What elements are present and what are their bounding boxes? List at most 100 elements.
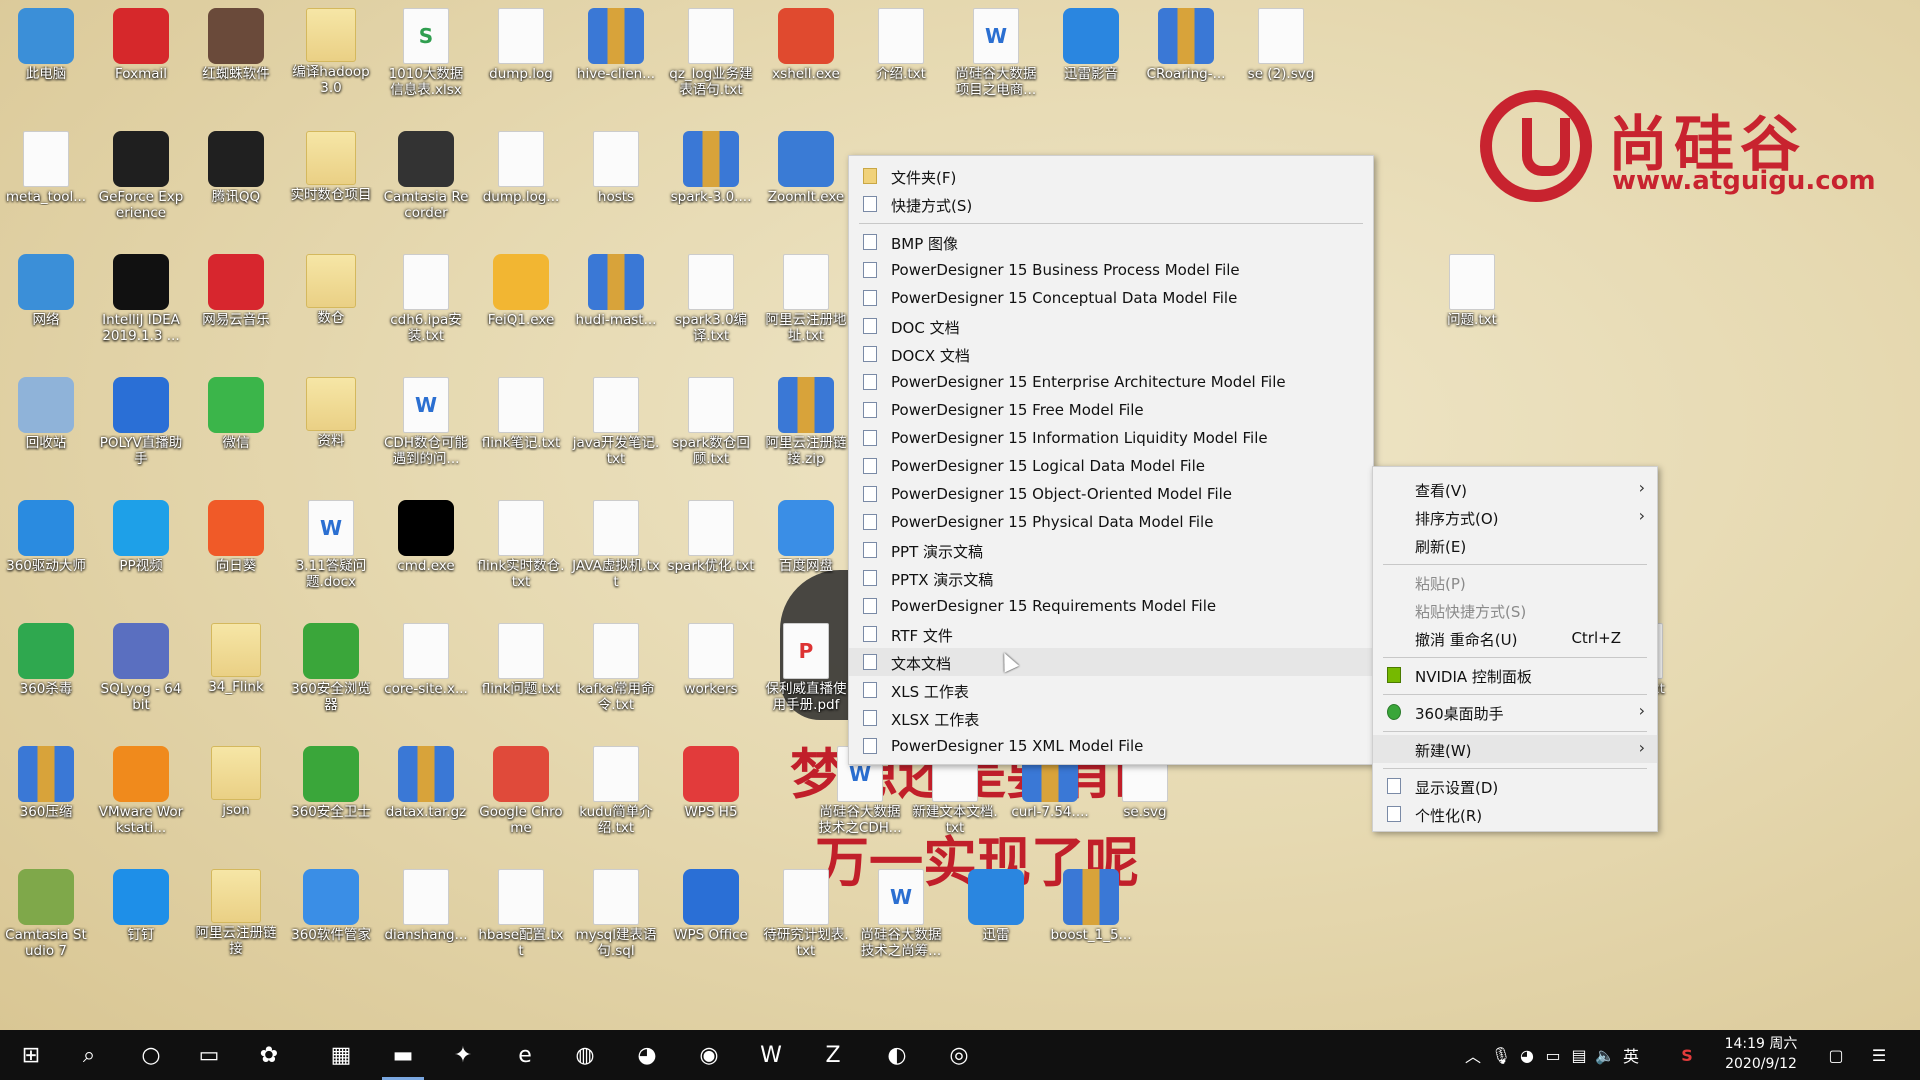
menu-item[interactable]: PowerDesigner 15 Physical Data Model Fil… — [849, 508, 1373, 536]
menu-item[interactable]: 排序方式(O) › — [1373, 503, 1657, 531]
menu-item[interactable]: PPT 演示文稿 — [849, 536, 1373, 564]
sogou-ime-icon[interactable]: S — [1676, 1030, 1698, 1080]
desktop-icon[interactable]: Camtasia Studio 7 — [0, 863, 92, 979]
menu-item[interactable]: PowerDesigner 15 Business Process Model … — [849, 256, 1373, 284]
desktop-icon[interactable]: kafka常用命令.txt — [570, 617, 662, 733]
desktop-icon[interactable]: qz_log业务建表语句.txt — [665, 2, 757, 118]
volume-icon[interactable]: 🔈 — [1594, 1030, 1616, 1080]
file-explorer-icon[interactable]: ▬ — [378, 1030, 428, 1080]
desktop-icon[interactable]: 腾讯QQ — [190, 125, 282, 241]
tray-overflow-chevron-icon[interactable]: ︿ — [1462, 1030, 1484, 1080]
desktop-icon[interactable]: cdh6.ipa安装.txt — [380, 248, 472, 364]
desktop-icon[interactable]: datax.tar.gz — [380, 740, 472, 856]
menu-item[interactable]: 360桌面助手 › — [1373, 698, 1657, 726]
desktop-icon[interactable]: core-site.x... — [380, 617, 472, 733]
desktop-icon[interactable]: cmd.exe — [380, 494, 472, 610]
desktop-icon[interactable]: S 1010大数据信息表.xlsx — [380, 2, 472, 118]
desktop-icon[interactable]: dianshang... — [380, 863, 472, 979]
desktop-icon[interactable]: 网络 — [0, 248, 92, 364]
menu-item[interactable]: PowerDesigner 15 XML Model File — [849, 732, 1373, 760]
taskbar-app-1[interactable]: ✿ — [244, 1030, 294, 1080]
feiq-tray-icon[interactable]: ◕ — [1516, 1030, 1538, 1080]
desktop-icon[interactable]: 实时数仓项目 — [285, 125, 377, 241]
start-button[interactable]: ⊞ — [6, 1030, 56, 1080]
taskbar-app-3[interactable]: ◍ — [560, 1030, 610, 1080]
taskbar-app-2[interactable]: ✦ — [438, 1030, 488, 1080]
desktop-icon[interactable]: POLYV直播助手 — [95, 371, 187, 487]
battery-icon[interactable]: ▭ — [1542, 1030, 1564, 1080]
menu-item[interactable]: BMP 图像 — [849, 228, 1373, 256]
desktop-icon[interactable]: W 尚硅谷大数据技术之尚筹... — [855, 863, 947, 979]
obs-icon[interactable]: ◎ — [934, 1030, 984, 1080]
menu-item[interactable]: DOC 文档 — [849, 312, 1373, 340]
desktop-icon[interactable]: 资料 — [285, 371, 377, 487]
desktop-icon[interactable]: 编译hadoop3.0 — [285, 2, 377, 118]
desktop-icon[interactable]: W CDH数仓可能遇到的问... — [380, 371, 472, 487]
desktop-icon[interactable]: 此电脑 — [0, 2, 92, 118]
menu-item[interactable]: PowerDesigner 15 Requirements Model File — [849, 592, 1373, 620]
desktop-icon[interactable]: W 尚硅谷大数据项目之电商... — [950, 2, 1042, 118]
desktop-icon[interactable]: W 3.11答疑问题.docx — [285, 494, 377, 610]
desktop-icon[interactable]: hudi-mast... — [570, 248, 662, 364]
menu-item[interactable]: 文件夹(F) — [849, 162, 1373, 190]
desktop-icon[interactable]: boost_1_5... — [1045, 863, 1137, 979]
desktop-icon[interactable]: ZoomIt.exe — [760, 125, 852, 241]
desktop-icon[interactable]: hosts — [570, 125, 662, 241]
desktop-icon[interactable]: 钉钉 — [95, 863, 187, 979]
desktop-icon[interactable]: 迅雷 — [950, 863, 1042, 979]
desktop-icon[interactable]: VMware Workstati... — [95, 740, 187, 856]
search-icon[interactable]: ⌕ — [64, 1030, 114, 1080]
menu-item[interactable]: PowerDesigner 15 Free Model File — [849, 396, 1373, 424]
desktop-icon[interactable]: Camtasia Recorder — [380, 125, 472, 241]
desktop-icon[interactable]: Foxmail — [95, 2, 187, 118]
desktop-icon[interactable]: 360杀毒 — [0, 617, 92, 733]
menu-item[interactable]: NVIDIA 控制面板 — [1373, 661, 1657, 689]
desktop-icon[interactable]: 百度网盘 — [760, 494, 852, 610]
menu-item[interactable]: XLSX 工作表 — [849, 704, 1373, 732]
notes-icon[interactable]: ▢ — [1824, 1030, 1848, 1080]
desktop-icon[interactable]: WPS Office — [665, 863, 757, 979]
desktop-icon[interactable]: 数仓 — [285, 248, 377, 364]
desktop-icon[interactable]: flink问题.txt — [475, 617, 567, 733]
menu-item[interactable]: PowerDesigner 15 Logical Data Model File — [849, 452, 1373, 480]
desktop-icon[interactable]: 红蜘蛛软件 — [190, 2, 282, 118]
menu-item[interactable]: 刷新(E) — [1373, 531, 1657, 559]
menu-item[interactable]: XLS 工作表 — [849, 676, 1373, 704]
menu-item[interactable]: 查看(V) › — [1373, 475, 1657, 503]
desktop-icon[interactable]: 阿里云注册地址.txt — [760, 248, 852, 364]
desktop-icon[interactable]: dump.log — [475, 2, 567, 118]
task-view-icon[interactable]: ▭ — [184, 1030, 234, 1080]
desktop-icon[interactable]: FeiQ1.exe — [475, 248, 567, 364]
desktop-icon[interactable]: SQLyog - 64 bit — [95, 617, 187, 733]
desktop-icon[interactable]: hbase配置.txt — [475, 863, 567, 979]
feiq-icon[interactable]: ◕ — [622, 1030, 672, 1080]
desktop-icon[interactable]: 问题.txt — [1426, 248, 1518, 364]
desktop-icon[interactable]: CRoaring-... — [1140, 2, 1232, 118]
desktop-icon[interactable]: 阿里云注册链接 — [190, 863, 282, 979]
desktop-icon[interactable]: dump.log... — [475, 125, 567, 241]
desktop-icon[interactable]: PP视频 — [95, 494, 187, 610]
desktop-icon[interactable]: 回收站 — [0, 371, 92, 487]
desktop-icon[interactable]: P 保利威直播使用手册.pdf — [760, 617, 852, 733]
menu-item[interactable]: PowerDesigner 15 Conceptual Data Model F… — [849, 284, 1373, 312]
menu-item[interactable]: RTF 文件 — [849, 620, 1373, 648]
desktop-icon[interactable]: 34_Flink — [190, 617, 282, 733]
desktop-icon[interactable]: IntelliJ IDEA 2019.1.3 ... — [95, 248, 187, 364]
desktop-icon[interactable]: 待研究计划表.txt — [760, 863, 852, 979]
desktop-icon[interactable]: spark3.0编译.txt — [665, 248, 757, 364]
desktop-icon[interactable]: kudu简单介绍.txt — [570, 740, 662, 856]
menu-item[interactable]: PowerDesigner 15 Information Liquidity M… — [849, 424, 1373, 452]
desktop-icon[interactable]: 迅雷影音 — [1045, 2, 1137, 118]
desktop-icon[interactable]: spark优化.txt — [665, 494, 757, 610]
desktop-icon[interactable]: flink实时数仓.txt — [475, 494, 567, 610]
microphone-icon[interactable]: 🎙 — [1490, 1030, 1512, 1080]
menu-item[interactable]: PPTX 演示文稿 — [849, 564, 1373, 592]
desktop-icon[interactable]: workers — [665, 617, 757, 733]
desktop-icon[interactable]: spark数仓回顾.txt — [665, 371, 757, 487]
desktop-icon[interactable]: Google Chrome — [475, 740, 567, 856]
menu-item[interactable]: 文本文档 — [849, 648, 1373, 676]
desktop-icon[interactable]: 360驱动大师 — [0, 494, 92, 610]
desktop-icon[interactable]: 360软件管家 — [285, 863, 377, 979]
desktop-icon[interactable]: 介绍.txt — [855, 2, 947, 118]
menu-item[interactable]: 个性化(R) — [1373, 800, 1657, 828]
